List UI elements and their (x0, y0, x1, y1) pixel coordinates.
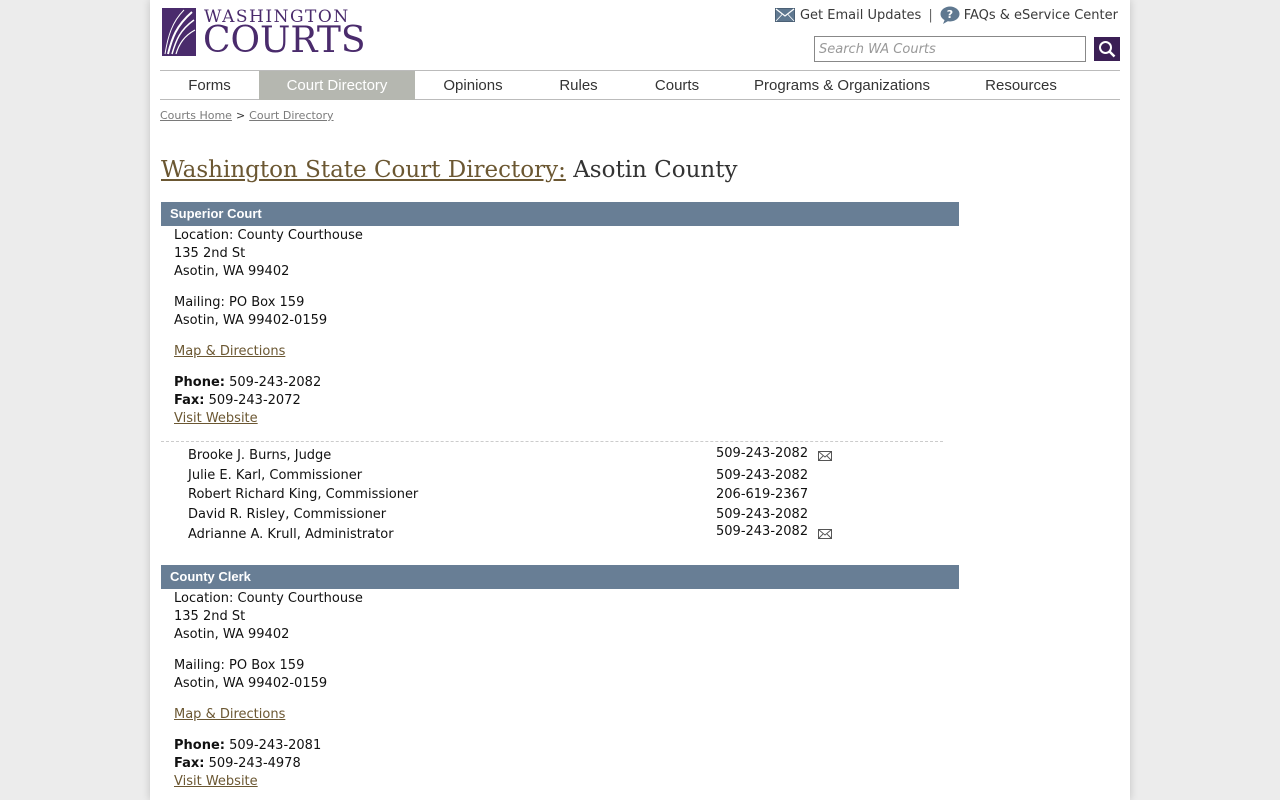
fax-line: Fax: 509-243-2072 (174, 392, 321, 410)
staff-row: Adrianne A. Krull, Administrator 509-243… (188, 524, 868, 546)
mailing-city-line: Asotin, WA 99402-0159 (174, 313, 328, 328)
superior-court-mailing: Mailing: PO Box 159 Asotin, WA 99402-015… (174, 294, 327, 330)
nav-forms[interactable]: Forms (160, 71, 259, 100)
staff-name: Julie E. Karl, Commissioner (188, 467, 363, 483)
phone-label: Phone: (174, 375, 225, 390)
county-clerk-location: Location: County Courthouse 135 2nd St A… (174, 590, 363, 644)
county-clerk-contact: Phone: 509-243-2081 Fax: 509-243-4978 Vi… (174, 737, 321, 791)
staff-row: Robert Richard King, Commissioner 206-61… (188, 485, 868, 505)
location-line: Location: County Courthouse (174, 228, 363, 243)
help-bubble-icon: ? (940, 6, 960, 24)
logo-mark-icon (162, 8, 196, 56)
nav-rules[interactable]: Rules (531, 71, 626, 100)
city-line: Asotin, WA 99402 (174, 264, 290, 279)
staff-name: David R. Risley, Commissioner (188, 506, 387, 522)
staff-phone: 509-243-2082 (716, 506, 809, 522)
svg-text:?: ? (947, 8, 953, 21)
divider (161, 441, 943, 442)
staff-phone: 509-243-2082 (716, 467, 809, 483)
faqs-label: FAQs & eService Center (963, 7, 1118, 23)
phone-label: Phone: (174, 738, 225, 753)
faqs-link[interactable]: ? FAQs & eService Center (940, 6, 1118, 24)
email-icon[interactable] (818, 529, 832, 539)
location-line: Location: County Courthouse (174, 591, 363, 606)
email-updates-label: Get Email Updates (799, 7, 922, 23)
staff-name: Robert Richard King, Commissioner (188, 487, 419, 502)
superior-court-location: Location: County Courthouse 135 2nd St A… (174, 227, 363, 281)
section-header-county-clerk: County Clerk (161, 565, 959, 589)
page-container: WASHINGTON COURTS Get Email Updates | ? … (150, 0, 1130, 800)
superior-court-map: Map & Directions (174, 343, 285, 361)
main-nav: Forms Court Directory Opinions Rules Cou… (160, 70, 1120, 100)
nav-programs-organizations[interactable]: Programs & Organizations (728, 71, 956, 100)
nav-resources[interactable]: Resources (956, 71, 1086, 100)
page-title: Washington State Court Directory: Asotin… (161, 157, 737, 183)
section-header-superior-court: Superior Court (161, 202, 959, 226)
email-icon[interactable] (818, 451, 832, 461)
staff-name: Brooke J. Burns, Judge (188, 448, 332, 463)
county-name: Asotin County (573, 157, 738, 183)
logo-text-bottom: COURTS (203, 20, 366, 61)
breadcrumb-court-directory-link[interactable]: Court Directory (249, 109, 333, 122)
breadcrumb-separator: > (235, 109, 246, 122)
staff-phone: 509-243-2082 (716, 524, 809, 539)
map-directions-link[interactable]: Map & Directions (174, 344, 285, 359)
staff-row: Julie E. Karl, Commissioner 509-243-2082 (188, 466, 868, 486)
mailing-city-line: Asotin, WA 99402-0159 (174, 676, 328, 691)
search-icon (1099, 41, 1116, 58)
phone-value: 509-243-2082 (229, 375, 322, 390)
visit-website-link[interactable]: Visit Website (174, 773, 321, 791)
phone-line: Phone: 509-243-2081 (174, 737, 321, 755)
county-clerk-mailing: Mailing: PO Box 159 Asotin, WA 99402-015… (174, 657, 327, 693)
staff-name: Adrianne A. Krull, Administrator (188, 527, 394, 542)
breadcrumb: Courts Home > Court Directory (160, 109, 334, 122)
fax-value: 509-243-2072 (208, 393, 301, 408)
fax-value: 509-243-4978 (208, 756, 301, 771)
search-input[interactable] (814, 36, 1086, 62)
nav-courts[interactable]: Courts (626, 71, 728, 100)
mailing-line: Mailing: PO Box 159 (174, 295, 305, 310)
street-line: 135 2nd St (174, 609, 246, 624)
phone-value: 509-243-2081 (229, 738, 322, 753)
street-line: 135 2nd St (174, 246, 246, 261)
city-line: Asotin, WA 99402 (174, 627, 290, 642)
fax-label: Fax: (174, 756, 205, 771)
directory-title-link[interactable]: Washington State Court Directory: (161, 157, 566, 183)
top-link-separator: | (928, 7, 933, 23)
mailing-line: Mailing: PO Box 159 (174, 658, 305, 673)
fax-label: Fax: (174, 393, 205, 408)
top-links: Get Email Updates | ? FAQs & eService Ce… (774, 6, 1118, 24)
washington-courts-logo[interactable]: WASHINGTON COURTS (162, 8, 366, 59)
visit-website-link[interactable]: Visit Website (174, 410, 321, 428)
superior-court-contact: Phone: 509-243-2082 Fax: 509-243-2072 Vi… (174, 374, 321, 428)
map-directions-link[interactable]: Map & Directions (174, 707, 285, 722)
staff-row: David R. Risley, Commissioner 509-243-20… (188, 505, 868, 525)
phone-line: Phone: 509-243-2082 (174, 374, 321, 392)
breadcrumb-home-link[interactable]: Courts Home (160, 109, 232, 122)
envelope-icon (774, 8, 795, 22)
nav-court-directory[interactable]: Court Directory (259, 71, 415, 100)
staff-row: Brooke J. Burns, Judge 509-243-2082 (188, 446, 868, 466)
search-button[interactable] (1094, 37, 1120, 61)
nav-opinions[interactable]: Opinions (415, 71, 531, 100)
county-clerk-map: Map & Directions (174, 706, 285, 724)
staff-phone: 509-243-2082 (716, 446, 809, 461)
staff-list: Brooke J. Burns, Judge 509-243-2082 Juli… (188, 446, 868, 546)
email-updates-link[interactable]: Get Email Updates (774, 7, 922, 23)
staff-phone: 206-619-2367 (716, 487, 809, 502)
fax-line: Fax: 509-243-4978 (174, 755, 321, 773)
